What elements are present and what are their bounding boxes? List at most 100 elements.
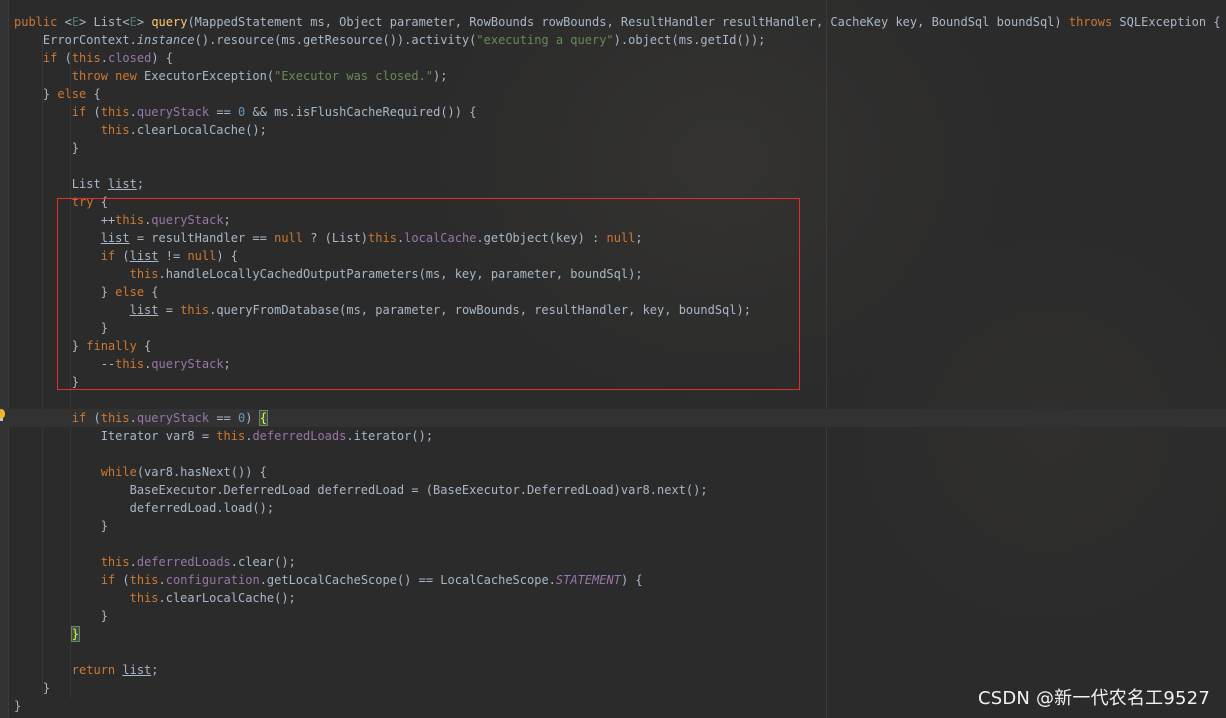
code-token: < (64, 15, 72, 29)
keyword-token: else (57, 87, 94, 101)
code-token: ().resource(ms.getResource()).activity( (194, 33, 477, 47)
code-token: (var8.hasNext()) { (136, 465, 267, 479)
code-line[interactable]: } else { (14, 85, 1226, 103)
code-token: List (14, 177, 108, 191)
code-token: ; (136, 177, 145, 191)
code-line[interactable]: List list; (14, 175, 1226, 193)
code-line[interactable] (14, 391, 1226, 409)
field-token: deferredLoads (252, 429, 347, 443)
keyword-token: public (14, 15, 65, 29)
keyword-token: if (71, 411, 94, 425)
code-token: ) { (151, 51, 174, 65)
code-token: } (14, 141, 80, 155)
code-line[interactable]: this.clearLocalCache(); (14, 121, 1226, 139)
code-token: .iterator(); (346, 429, 434, 443)
code-line[interactable] (14, 445, 1226, 463)
code-line[interactable]: throw new ExecutorException("Executor wa… (14, 67, 1226, 85)
code-token: ) { (620, 573, 643, 587)
code-token: BaseExecutor.DeferredLoad deferredLoad =… (14, 483, 708, 497)
field-token: queryStack (136, 411, 217, 425)
code-token: == (216, 411, 239, 425)
editor-gutter (0, 0, 9, 718)
code-token: ErrorContext. (14, 33, 137, 47)
code-token: ; (151, 663, 159, 677)
keyword-token: this (100, 105, 130, 119)
variable-token: list (122, 663, 152, 677)
code-editor[interactable]: public <E> List<E> query(MappedStatement… (0, 0, 1226, 718)
code-token: ).object(ms.getId()); (613, 33, 766, 47)
constant-token: STATEMENT (555, 573, 621, 587)
keyword-token: this (129, 591, 159, 605)
code-line[interactable]: return list; (14, 661, 1226, 679)
code-line[interactable] (14, 643, 1226, 661)
keyword-token: this (100, 411, 130, 425)
code-line[interactable]: } (14, 625, 1226, 643)
keyword-token: throws (1068, 15, 1120, 29)
code-token: } (14, 609, 108, 623)
code-token: SQLException { (1119, 15, 1221, 29)
code-token: . (100, 51, 108, 65)
csdn-watermark: CSDN @新一代农名工9527 (977, 688, 1210, 709)
code-token: } (14, 681, 51, 695)
code-token: ( (64, 51, 72, 65)
code-token: ( (122, 573, 130, 587)
code-line[interactable]: while(var8.hasNext()) { (14, 463, 1226, 481)
field-token: deferredLoads (136, 555, 231, 569)
code-line[interactable]: deferredLoad.load(); (14, 499, 1226, 517)
code-token: { (93, 87, 101, 101)
code-line[interactable]: if (this.queryStack == 0 && ms.isFlushCa… (14, 103, 1226, 121)
lightbulb-icon[interactable] (0, 409, 5, 421)
code-token: .clearLocalCache(); (158, 591, 296, 605)
code-line[interactable]: } (14, 139, 1226, 157)
code-line[interactable]: this.clearLocalCache(); (14, 589, 1226, 607)
keyword-token: this (216, 429, 246, 443)
code-line[interactable]: } (14, 607, 1226, 625)
highlight-box-try-block (57, 198, 800, 390)
method-token: query (151, 15, 188, 29)
code-token: Iterator var8 = (14, 429, 217, 443)
code-line[interactable]: if (this.configuration.getLocalCacheScop… (14, 571, 1226, 589)
code-line[interactable]: this.deferredLoads.clear(); (14, 553, 1226, 571)
code-token: } (14, 699, 22, 713)
field-token: closed (107, 51, 152, 65)
code-token: . (158, 573, 166, 587)
keyword-token: while (100, 465, 137, 479)
code-line[interactable]: ErrorContext.instance().resource(ms.getR… (14, 31, 1226, 49)
code-token: > List< (79, 15, 130, 29)
keyword-token: if (42, 51, 65, 65)
code-line[interactable]: public <E> List<E> query(MappedStatement… (14, 13, 1226, 31)
code-line[interactable] (14, 157, 1226, 175)
code-token: . (129, 105, 137, 119)
code-line[interactable] (14, 535, 1226, 553)
code-token: ) (245, 411, 260, 425)
code-token: } (14, 87, 58, 101)
code-token: ExecutorException( (144, 69, 275, 83)
code-line[interactable]: Iterator var8 = this.deferredLoads.itera… (14, 427, 1226, 445)
number-token: 0 (238, 105, 253, 119)
keyword-token: this (100, 123, 130, 137)
code-token: } (14, 519, 108, 533)
code-line[interactable]: } (14, 517, 1226, 535)
field-token: configuration (165, 573, 260, 587)
generic-token: E (71, 15, 80, 29)
code-token: deferredLoad.load(); (14, 501, 275, 515)
matched-brace: } (70, 626, 81, 642)
code-line[interactable]: BaseExecutor.DeferredLoad deferredLoad =… (14, 481, 1226, 499)
code-token: ); (433, 69, 448, 83)
keyword-token: throw new (71, 69, 145, 83)
code-token: . (129, 555, 137, 569)
keyword-token: this (100, 555, 130, 569)
code-line[interactable]: if (this.closed) { (14, 49, 1226, 67)
matched-brace: { (258, 410, 268, 426)
code-line[interactable]: if (this.queryStack == 0) { (0, 409, 1226, 427)
